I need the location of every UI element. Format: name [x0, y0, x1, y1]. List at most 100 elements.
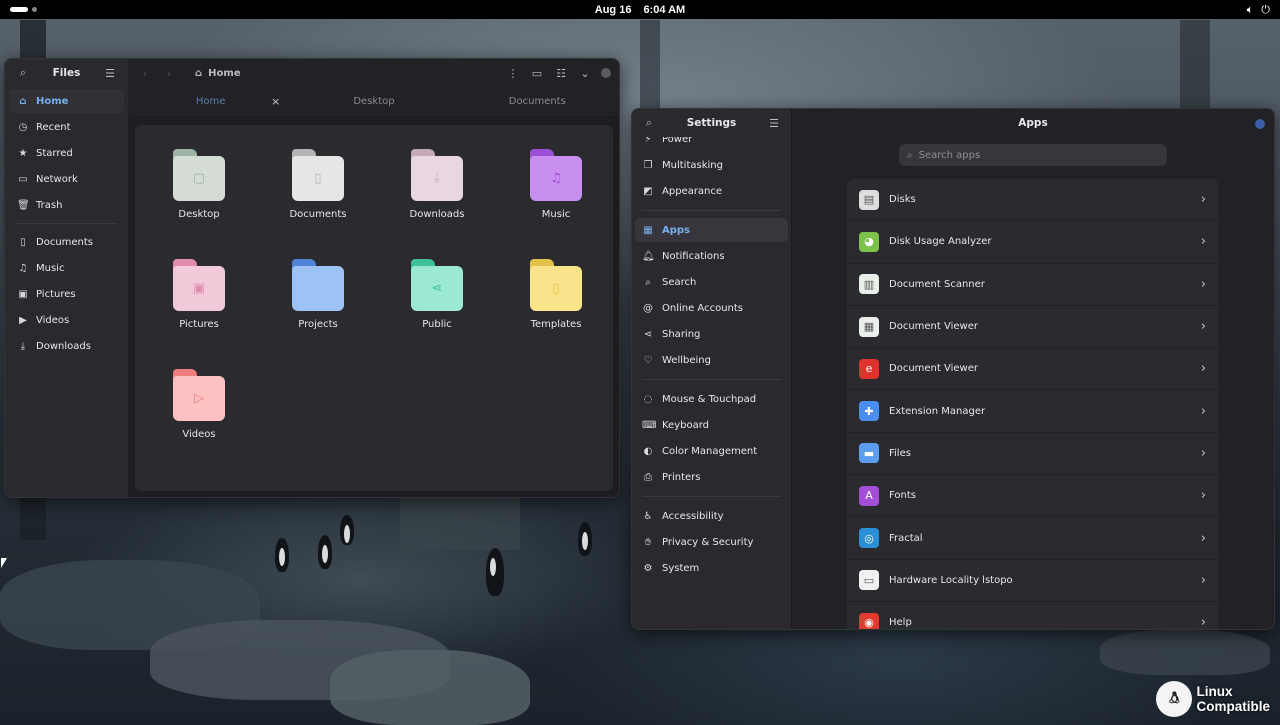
scanner-icon: ▥ [859, 274, 879, 295]
folder-videos[interactable]: ▷ Videos [149, 369, 249, 440]
folder-music[interactable]: ♫ Music [506, 149, 606, 220]
settings-item-system[interactable]: ⚙ System [635, 556, 788, 580]
fonts-icon: A [859, 485, 879, 506]
hamburger-menu-icon[interactable]: ☰ [102, 67, 118, 80]
tab-home[interactable]: Home × [129, 87, 292, 116]
settings-item-apps[interactable]: ▦ Apps [635, 218, 788, 242]
folder-label: Documents [289, 209, 347, 220]
settings-item-wellbeing[interactable]: ♡ Wellbeing [635, 348, 788, 372]
app-name: Document Viewer [889, 363, 978, 375]
files-main: ‹ › ⌂ Home ⋮ ▭ ☷ ⌄ Home × Desktop Documents… [129, 59, 619, 497]
tab-label: Documents [508, 96, 566, 107]
back-arrow-icon[interactable]: ‹ [137, 67, 153, 80]
wallpaper-penguin [318, 535, 332, 569]
settings-item-accessibility[interactable]: ♿︎ Accessibility [635, 504, 788, 528]
app-row[interactable]: ▭ Hardware Locality lstopo › [847, 560, 1218, 602]
settings-item-color-management[interactable]: ◐ Color Management [635, 439, 788, 463]
sidebar-item-videos[interactable]: ▶ Videos [9, 308, 124, 332]
settings-item-privacy-security[interactable]: ✋︎ Privacy & Security [635, 530, 788, 554]
list-view-icon[interactable]: ☷ [553, 67, 569, 80]
document-viewer-icon: ▦ [859, 316, 879, 337]
app-name: Disk Usage Analyzer [889, 236, 992, 248]
app-row[interactable]: ▦ Document Viewer › [847, 306, 1218, 349]
chevron-right-icon: › [1200, 234, 1206, 250]
search-icon[interactable]: ⌕ [15, 66, 31, 80]
settings-item-keyboard[interactable]: ⌨ Keyboard [635, 413, 788, 437]
folder-pictures[interactable]: ▣ Pictures [149, 259, 249, 330]
search-icon[interactable]: ⌕ [641, 116, 657, 130]
app-row[interactable]: ◎ Fractal › [847, 517, 1218, 560]
folder-public[interactable]: ⋖ Public [387, 259, 487, 330]
sidebar-item-network[interactable]: ▭ Network [9, 167, 124, 191]
app-name: Files [889, 447, 911, 459]
sidebar-item-starred[interactable]: ★ Starred [9, 141, 124, 165]
chevron-down-icon[interactable]: ⌄ [577, 67, 593, 80]
chevron-right-icon: › [1200, 192, 1206, 208]
sidebar-item-pictures[interactable]: ▣ Pictures [9, 282, 124, 306]
folder-desktop[interactable]: ▢ Desktop [149, 149, 249, 220]
sidebar-item-trash[interactable]: 🗑︎ Trash [9, 193, 124, 217]
settings-item-appearance[interactable]: ◩ Appearance [635, 179, 788, 203]
system-tray[interactable]: 🔈︎ ⏻ [1247, 3, 1270, 17]
app-row[interactable]: ▬ Files › [847, 433, 1218, 476]
sidebar-item-recent[interactable]: ◷ Recent [9, 115, 124, 139]
printer-icon: ⎙ [644, 471, 652, 483]
forward-arrow-icon[interactable]: › [161, 67, 177, 80]
app-row[interactable]: ◉ Help › [847, 602, 1218, 629]
activities-indicator[interactable] [10, 7, 37, 12]
window-close-dot[interactable] [601, 68, 611, 78]
sidebar-item-documents[interactable]: ▯ Documents [9, 230, 124, 254]
wallpaper-penguin [486, 548, 504, 596]
app-row[interactable]: A Fonts › [847, 475, 1218, 518]
path-bar[interactable]: ⌂ Home [185, 68, 497, 79]
clock[interactable]: Aug 16 6:04 AM [595, 4, 685, 16]
app-row[interactable]: ▤ Disks › [847, 179, 1218, 222]
chevron-right-icon: › [1200, 488, 1206, 504]
settings-item-label: Apps [662, 224, 691, 236]
sidebar-item-label: Videos [36, 314, 70, 326]
kebab-menu-icon[interactable]: ⋮ [505, 67, 521, 80]
folder-documents[interactable]: ▯ Documents [268, 149, 368, 220]
settings-separator [642, 379, 781, 380]
app-row[interactable]: ▥ Document Scanner › [847, 264, 1218, 306]
settings-item-sharing[interactable]: ⋖ Sharing [635, 322, 788, 346]
settings-item-multitasking[interactable]: ❐ Multitasking [635, 153, 788, 177]
new-folder-icon[interactable]: ▭ [529, 67, 545, 80]
sidebar-item-downloads[interactable]: ⤓ Downloads [9, 334, 124, 358]
window-control-dot[interactable] [1255, 119, 1265, 129]
folder-templates[interactable]: ▯ Templates [506, 259, 606, 330]
sidebar-item-music[interactable]: ♫ Music [9, 256, 124, 280]
folder-label: Pictures [179, 319, 219, 330]
settings-item-mouse-touchpad[interactable]: ◌ Mouse & Touchpad [635, 387, 788, 411]
settings-nav-list: ⚡︎ Power ❐ Multitasking ◩ Appearance ▦ Apps 🔔︎ No… [632, 137, 791, 629]
tab-desktop[interactable]: Desktop [292, 87, 455, 116]
settings-item-printers[interactable]: ⎙ Printers [635, 465, 788, 489]
folder-projects[interactable]: Projects [268, 259, 368, 330]
folder-downloads[interactable]: ⤓ Downloads [387, 149, 487, 220]
sidebar-item-label: Documents [36, 236, 94, 248]
tab-documents[interactable]: Documents [456, 87, 619, 116]
app-name: Document Scanner [889, 278, 985, 290]
chevron-right-icon: › [1200, 403, 1206, 419]
settings-item-search[interactable]: ⌕ Search [635, 270, 788, 294]
sidebar-item-home[interactable]: ⌂ Home [9, 89, 124, 113]
close-icon[interactable]: × [271, 95, 280, 108]
folder-body-shape: ♫ [530, 156, 582, 201]
chevron-right-icon: › [1200, 615, 1206, 629]
app-name: Hardware Locality lstopo [889, 574, 1013, 586]
files-icon: ▬ [859, 443, 879, 464]
app-row[interactable]: ◕ Disk Usage Analyzer › [847, 221, 1218, 264]
search-apps-input[interactable]: ⌕ Search apps [899, 144, 1167, 166]
files-sidebar-header: ⌕ Files ☰ [5, 59, 128, 87]
hamburger-menu-icon[interactable]: ☰ [766, 117, 782, 130]
app-row[interactable]: e Document Viewer › [847, 348, 1218, 391]
settings-item-notifications[interactable]: 🔔︎ Notifications [635, 244, 788, 268]
settings-item-online-accounts[interactable]: @ Online Accounts [635, 296, 788, 320]
sidebar-item-label: Home [36, 95, 69, 107]
chevron-right-icon: › [1200, 530, 1206, 546]
app-name: Fractal [889, 532, 923, 544]
folder-body-shape [292, 266, 344, 311]
settings-item-label: System [662, 562, 700, 574]
settings-item-power[interactable]: ⚡︎ Power [635, 137, 788, 151]
app-row[interactable]: ✚ Extension Manager › [847, 390, 1218, 433]
